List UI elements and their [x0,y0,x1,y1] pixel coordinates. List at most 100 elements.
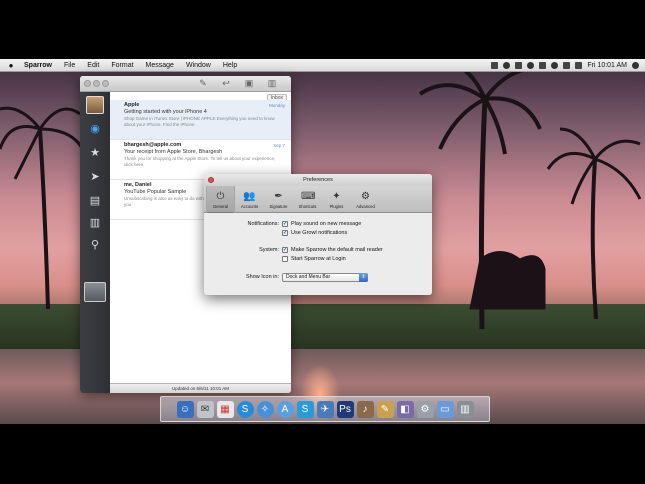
tab-shortcuts[interactable]: ⌨ Shortcuts [293,186,322,213]
volume-icon[interactable] [563,61,571,69]
menu-sparrow[interactable]: Sparrow [18,62,58,69]
message-preview: Thank you for shopping at the Apple Stor… [124,156,276,167]
inbox-icon[interactable]: ◉ [88,122,102,136]
preferences-toolbar: ⏻ General 👥 Accounts ✒ Signature ⌨ Short… [204,186,432,213]
skype-icon[interactable]: S [236,401,254,418]
show-icon-label: Show Icon in: [245,274,279,280]
growl-row: ✓ Use Growl notifications [204,229,432,237]
sparrow-titlebar: ✎ ↩ ▣ ▥ [80,76,291,92]
preferences-title: Preferences [303,177,333,183]
account-avatar[interactable] [86,96,104,114]
start-login-checkbox[interactable] [282,256,288,262]
time-machine-icon[interactable] [527,61,535,69]
safari-icon[interactable]: ✧ [256,401,274,418]
show-icon-select[interactable]: Dock and Menu Bar ⇕ [282,272,368,282]
menu-help[interactable]: Help [217,62,243,69]
trash-folder-icon[interactable]: ▥ [88,216,102,230]
itunes-icon[interactable]: ♪ [356,401,374,418]
display-status-icon[interactable] [515,61,523,69]
trash-icon[interactable]: ▥ [265,78,279,89]
video-letterbox-bottom [0,424,645,484]
preview-icon[interactable]: ◧ [396,401,414,418]
starred-icon[interactable]: ★ [88,146,102,160]
sparrow-sidebar: ◉ ★ ➤ ▤ ▥ ⚲ [80,92,110,393]
menu-edit[interactable]: Edit [81,62,105,69]
menu-format[interactable]: Format [105,62,139,69]
notifications-row: Notifications: ✓ Play sound on new messa… [204,220,432,228]
menu-file[interactable]: File [58,62,81,69]
message-subject: Getting started with your iPhone 4 [124,109,207,115]
tab-advanced[interactable]: ⚙ Advanced [351,186,380,213]
menu-message[interactable]: Message [140,62,180,69]
preferences-titlebar: Preferences [204,174,432,186]
wifi-icon[interactable] [551,61,559,69]
system-preferences-icon[interactable]: ⚙ [416,401,434,418]
photoshop-icon[interactable]: Ps [336,401,354,418]
app-store-icon[interactable]: A [276,401,294,418]
gear-icon: ⚙ [361,190,370,202]
tab-signature[interactable]: ✒ Signature [264,186,293,213]
close-window-button[interactable] [84,80,91,87]
pen-icon: ✒ [274,190,283,202]
system-row: System: ✓ Make Sparrow the default mail … [204,246,432,254]
mail-stamp-icon[interactable]: ✉ [196,401,214,418]
tab-general[interactable]: ⏻ General [206,186,235,213]
menu-window[interactable]: Window [180,62,217,69]
apple-menu-icon[interactable]: ● [4,61,18,70]
message-date: Sep 7 [273,143,285,148]
puzzle-icon: ✦ [332,190,341,202]
archive-icon[interactable]: ▣ [242,78,256,89]
show-icon-row: Show Icon in: Dock and Menu Bar ⇕ [204,272,432,282]
downloads-folder-icon[interactable]: ▭ [436,401,454,418]
message-subject: Your receipt from Apple Store, Bhargesh [124,149,223,155]
notifications-label: Notifications: [247,221,280,227]
use-growl-checkbox[interactable]: ✓ [282,230,288,236]
switch-icon: ⏻ [216,190,225,202]
message-date: Monday [268,103,285,108]
preferences-general-pane: Notifications: ✓ Play sound on new messa… [204,214,432,295]
minimize-window-button[interactable] [93,80,100,87]
menu-bar: ● Sparrow File Edit Format Message Windo… [0,59,645,72]
play-sound-label: Play sound on new message [291,221,362,227]
menu-extras: Fri 10:01 AM [491,61,645,69]
sync-status: Updated on 6/6/11 10:01 AM [110,383,291,393]
start-login-row: Start Sparrow at Login [204,255,432,263]
dock-trash-icon[interactable]: ▥ [456,401,474,418]
battery-icon[interactable] [575,61,583,69]
calendar-icon[interactable]: ▦ [216,401,234,418]
use-growl-label: Use Growl notifications [291,230,348,236]
message-row[interactable]: Apple Getting started with your iPhone 4… [110,100,291,140]
message-preview: Shop Game in iTunes Store | iPHONE APPLE… [124,116,275,127]
spotlight-icon[interactable] [632,61,639,69]
menu-clock[interactable]: Fri 10:01 AM [587,62,627,69]
play-sound-checkbox[interactable]: ✓ [282,221,288,227]
drafts-icon[interactable]: ▤ [88,194,102,208]
sparrow-app-icon[interactable]: ✈ [316,401,334,418]
message-from: Apple [124,102,140,108]
bluetooth-icon[interactable] [539,61,547,69]
message-from: bhargesh@apple.com [124,142,182,148]
tab-plugins[interactable]: ✦ Plugins [322,186,351,213]
skype-alt-icon[interactable]: S [296,401,314,418]
labels-thumbnail[interactable] [84,282,106,302]
select-arrows-icon: ⇕ [359,272,368,282]
pencil-app-icon[interactable]: ✎ [376,401,394,418]
tab-accounts[interactable]: 👥 Accounts [235,186,264,213]
close-preferences-button[interactable] [208,177,214,183]
default-reader-label: Make Sparrow the default mail reader [291,247,383,253]
zoom-window-button[interactable] [102,80,109,87]
start-login-label: Start Sparrow at Login [291,256,346,262]
people-icon: 👥 [243,190,256,202]
sent-icon[interactable]: ➤ [88,170,102,184]
compose-icon[interactable]: ✎ [196,78,210,89]
preferences-window: Preferences ⏻ General 👥 Accounts ✒ Signa… [204,174,432,295]
keyboard-icon: ⌨ [301,190,316,202]
sparrow-status-icon[interactable] [503,61,511,69]
default-reader-checkbox[interactable]: ✓ [282,247,288,253]
search-icon[interactable]: ⚲ [88,238,102,252]
twitter-status-icon[interactable] [491,61,499,69]
finder-icon[interactable]: ☺ [176,401,194,418]
system-label: System: [259,247,279,253]
reply-icon[interactable]: ↩ [219,78,233,89]
dock: ☺ ✉ ▦ S ✧ A S ✈ Ps ♪ ✎ ◧ ⚙ ▭ ▥ [160,396,490,422]
